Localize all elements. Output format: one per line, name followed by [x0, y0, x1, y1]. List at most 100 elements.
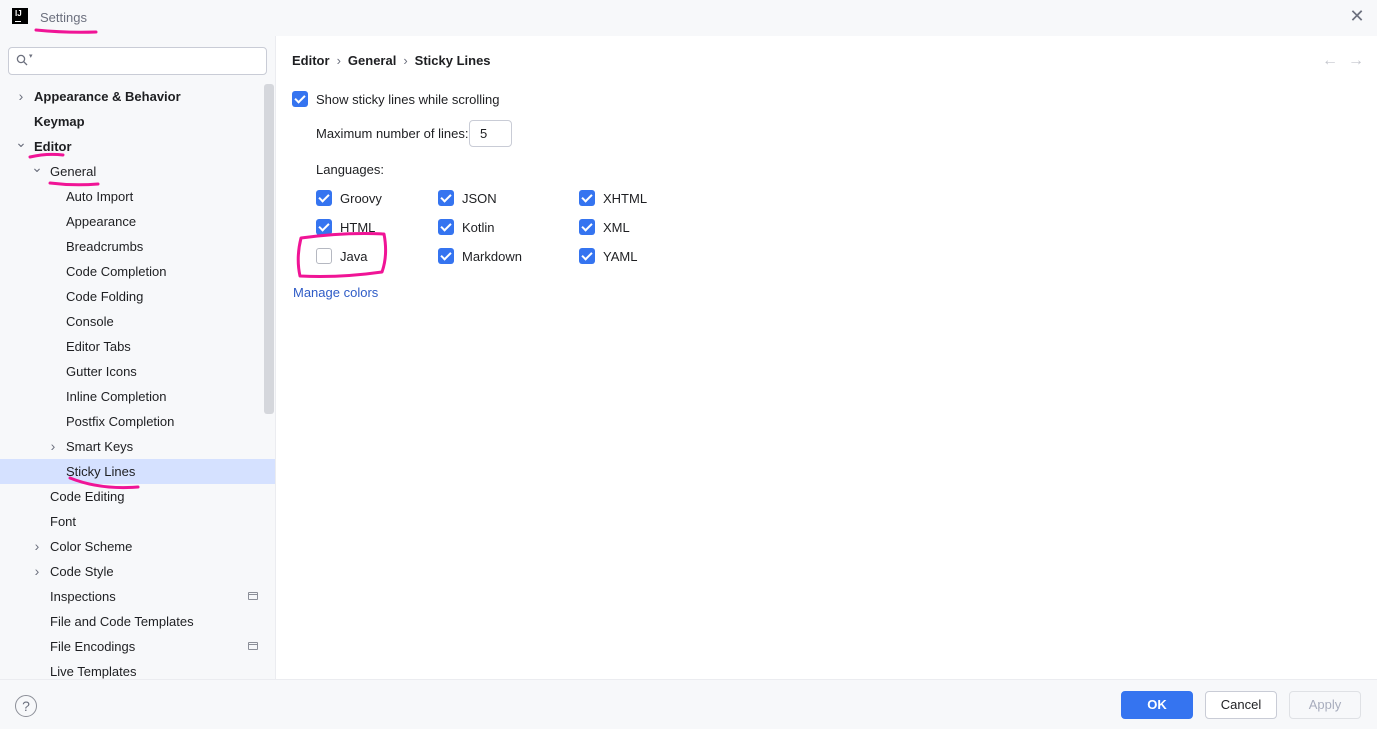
language-checkbox-xhtml[interactable] [579, 190, 595, 206]
sidebar-item-label: Smart Keys [66, 439, 134, 454]
help-icon[interactable]: ? [15, 695, 37, 717]
chevron-down-icon[interactable]: ⌄ [31, 159, 43, 184]
title-bar: IJ Settings ✕ [0, 0, 1377, 36]
language-label-markdown: Markdown [462, 249, 522, 264]
language-checkbox-groovy[interactable] [316, 190, 332, 206]
language-checkbox-kotlin[interactable] [438, 219, 454, 235]
sidebar-item-auto-import[interactable]: Auto Import [0, 184, 275, 209]
close-icon[interactable]: ✕ [1347, 6, 1367, 26]
sidebar-item-general[interactable]: ⌄ General [0, 159, 275, 184]
chevron-right-icon[interactable]: › [15, 84, 27, 109]
max-lines-input[interactable]: 5 [469, 120, 512, 147]
dialog-footer: ? OK Cancel Apply [0, 679, 1377, 729]
sidebar-item-label: Gutter Icons [66, 364, 137, 379]
sidebar-item-console[interactable]: Console [0, 309, 275, 334]
sidebar-item-label: Code Folding [66, 289, 144, 304]
sidebar-item-label: Editor [34, 139, 72, 154]
breadcrumb-chevron-icon: › [403, 53, 408, 68]
language-checkbox-json[interactable] [438, 190, 454, 206]
breadcrumb-item-general[interactable]: General [348, 53, 396, 68]
sidebar-scrollbar[interactable] [264, 84, 274, 414]
chevron-right-icon[interactable]: › [31, 559, 43, 584]
language-checkbox-html[interactable] [316, 219, 332, 235]
sidebar-item-appearance[interactable]: Appearance [0, 209, 275, 234]
sidebar-item-keymap[interactable]: Keymap [0, 109, 275, 134]
sidebar-item-label: Sticky Lines [66, 464, 136, 479]
breadcrumb-item-sticky-lines: Sticky Lines [414, 53, 491, 68]
sidebar-item-label: Code Completion [66, 264, 167, 279]
sidebar-item-smart-keys[interactable]: › Smart Keys [0, 434, 275, 459]
sidebar-item-postfix-completion[interactable]: Postfix Completion [0, 409, 275, 434]
language-label-yaml: YAML [603, 249, 638, 264]
sidebar-item-label: Keymap [34, 114, 85, 129]
intellij-logo-icon: IJ [12, 8, 28, 24]
search-input[interactable]: ▾ [8, 47, 267, 75]
sidebar-item-label: Inline Completion [66, 389, 167, 404]
sidebar-item-label: File Encodings [50, 639, 136, 654]
language-label-json: JSON [462, 191, 497, 206]
sidebar-item-color-scheme[interactable]: › Color Scheme [0, 534, 275, 559]
sidebar-item-code-folding[interactable]: Code Folding [0, 284, 275, 309]
sidebar-item-label: Font [50, 514, 77, 529]
settings-content: Editor › General › Sticky Lines ← → Show sti… [276, 36, 1377, 679]
sidebar-item-label: Postfix Completion [66, 414, 175, 429]
sidebar-item-label: Inspections [50, 589, 116, 604]
forward-arrow-icon[interactable]: → [1348, 52, 1364, 70]
manage-colors-link[interactable]: Manage colors [293, 285, 378, 300]
language-label-xml: XML [603, 220, 630, 235]
sidebar-item-label: Auto Import [66, 189, 134, 204]
language-label-kotlin: Kotlin [462, 220, 495, 235]
sidebar-item-file-and-code-templates[interactable]: File and Code Templates [0, 609, 275, 634]
sidebar-item-gutter-icons[interactable]: Gutter Icons [0, 359, 275, 384]
breadcrumb-chevron-icon: › [336, 53, 341, 68]
languages-label: Languages: [316, 162, 384, 177]
language-label-html: HTML [340, 220, 376, 235]
sidebar-item-breadcrumbs[interactable]: Breadcrumbs [0, 234, 275, 259]
sidebar-item-label: Appearance [66, 214, 137, 229]
breadcrumb-item-editor[interactable]: Editor [292, 53, 330, 68]
sidebar-item-code-completion[interactable]: Code Completion [0, 259, 275, 284]
sidebar-item-editor-tabs[interactable]: Editor Tabs [0, 334, 275, 359]
ok-button[interactable]: OK [1121, 691, 1193, 719]
sidebar-item-inspections[interactable]: Inspections [0, 584, 275, 609]
sidebar-item-live-templates[interactable]: Live Templates [0, 659, 275, 679]
language-checkbox-yaml[interactable] [579, 248, 595, 264]
sidebar-item-code-editing[interactable]: Code Editing [0, 484, 275, 509]
breadcrumb: Editor › General › Sticky Lines [292, 53, 491, 68]
max-lines-label: Maximum number of lines: [316, 126, 469, 141]
language-checkbox-markdown[interactable] [438, 248, 454, 264]
language-label-java: Java [340, 249, 368, 264]
back-arrow-icon[interactable]: ← [1322, 52, 1338, 70]
search-options-chevron-icon[interactable]: ▾ [29, 52, 33, 60]
sidebar-item-label: Code Style [50, 564, 114, 579]
sidebar-item-label: Editor Tabs [66, 339, 131, 354]
sidebar-item-sticky-lines[interactable]: Sticky Lines [0, 459, 275, 484]
settings-sidebar: ▾ › Appearance & Behavior Keymap ⌄ Editor ⌄ Ge… [0, 36, 276, 679]
language-checkbox-java[interactable] [316, 248, 332, 264]
sidebar-item-editor[interactable]: ⌄ Editor [0, 134, 275, 159]
chevron-down-icon[interactable]: ⌄ [15, 134, 27, 159]
search-icon [16, 54, 28, 66]
sidebar-item-label: Appearance & Behavior [34, 89, 181, 104]
sidebar-item-label: Console [66, 314, 114, 329]
show-sticky-lines-checkbox[interactable] [292, 91, 308, 107]
language-label-groovy: Groovy [340, 191, 382, 206]
sidebar-item-appearance-behavior[interactable]: › Appearance & Behavior [0, 84, 275, 109]
chevron-right-icon[interactable]: › [47, 434, 59, 459]
show-sticky-lines-label: Show sticky lines while scrolling [316, 92, 500, 107]
language-label-xhtml: XHTML [603, 191, 648, 206]
settings-tree: › Appearance & Behavior Keymap ⌄ Editor ⌄ Gene… [0, 84, 275, 679]
cancel-button[interactable]: Cancel [1205, 691, 1277, 719]
sidebar-item-label: Code Editing [50, 489, 125, 504]
project-scope-icon [248, 642, 258, 650]
sidebar-item-inline-completion[interactable]: Inline Completion [0, 384, 275, 409]
sidebar-item-font[interactable]: Font [0, 509, 275, 534]
sidebar-item-label: General [50, 164, 97, 179]
apply-button[interactable]: Apply [1289, 691, 1361, 719]
chevron-right-icon[interactable]: › [31, 534, 43, 559]
sidebar-item-file-encodings[interactable]: File Encodings [0, 634, 275, 659]
window-title: Settings [40, 10, 87, 25]
sidebar-item-label: Breadcrumbs [66, 239, 144, 254]
language-checkbox-xml[interactable] [579, 219, 595, 235]
sidebar-item-code-style[interactable]: › Code Style [0, 559, 275, 584]
